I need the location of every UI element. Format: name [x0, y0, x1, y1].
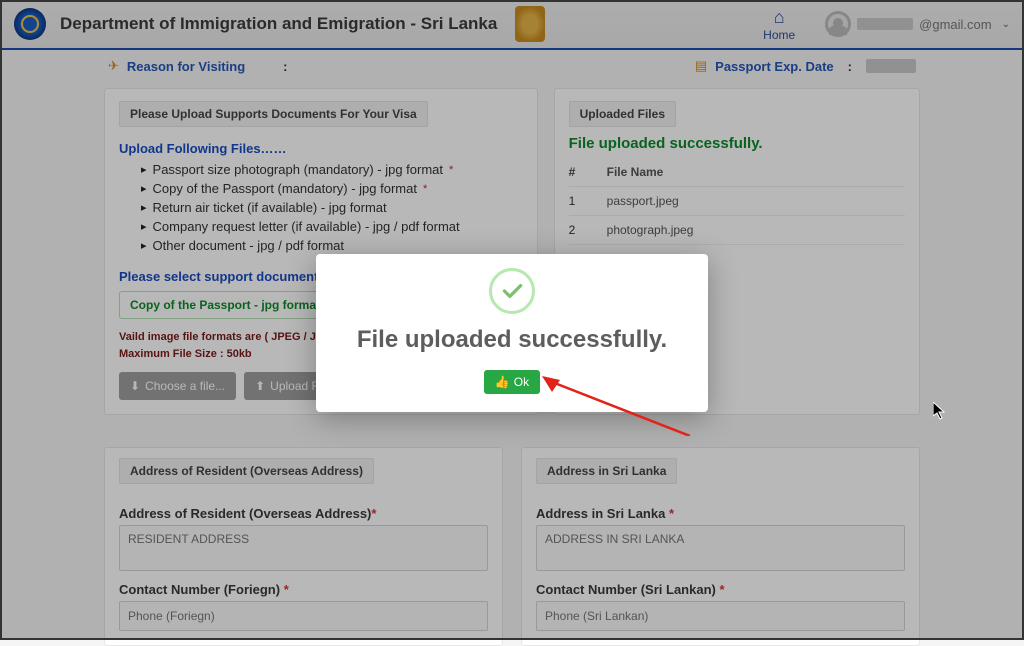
overseas-address-input[interactable] — [119, 525, 488, 571]
download-icon: ⬇ — [130, 379, 140, 393]
modal-ok-button[interactable]: 👍Ok — [484, 370, 540, 394]
top-navbar: Department of Immigration and Emigration… — [0, 0, 1024, 50]
overseas-address-panel: Address of Resident (Overseas Address) A… — [104, 447, 503, 646]
upload-panel-title: Please Upload Supports Documents For You… — [119, 101, 428, 127]
srilanka-address-input[interactable] — [536, 525, 905, 571]
choose-file-button[interactable]: ⬇Choose a file... — [119, 372, 236, 400]
nav-home-label: Home — [763, 28, 795, 42]
uploaded-panel-title: Uploaded Files — [569, 101, 676, 127]
list-item: Company request letter (if available) - … — [141, 217, 523, 236]
plane-icon: ✈ — [108, 58, 119, 74]
email-suffix: @gmail.com — [919, 17, 991, 32]
list-item: Other document - jpg / pdf format — [141, 236, 523, 255]
overseas-phone-input[interactable] — [119, 601, 488, 631]
table-row: 1 passport.jpeg — [569, 187, 905, 216]
table-row: 2 photograph.jpeg — [569, 216, 905, 245]
site-logo-icon — [14, 8, 46, 40]
user-menu[interactable]: @gmail.com ⌄ — [825, 11, 1010, 37]
srilanka-phone-input[interactable] — [536, 601, 905, 631]
uploaded-table-header: # File Name — [569, 158, 905, 187]
srilanka-address-panel: Address in Sri Lanka Address in Sri Lank… — [521, 447, 920, 646]
field-reason-for-visiting: ✈ Reason for Visiting : — [108, 58, 287, 74]
list-item: Passport size photograph (mandatory) - j… — [141, 160, 523, 179]
home-icon: ⌂ — [774, 7, 785, 28]
required-file-list: Passport size photograph (mandatory) - j… — [141, 160, 523, 255]
national-crest-icon — [515, 6, 545, 42]
exp-value-masked — [866, 59, 916, 73]
list-item: Return air ticket (if available) - jpg f… — [141, 198, 523, 217]
check-circle-icon — [489, 268, 535, 314]
overseas-panel-title: Address of Resident (Overseas Address) — [119, 458, 374, 484]
overseas-address-label: Address of Resident (Overseas Address)* — [119, 506, 488, 521]
chevron-down-icon: ⌄ — [1002, 19, 1010, 30]
upload-icon: ⬆ — [255, 379, 265, 393]
thumbs-up-icon: 👍 — [495, 375, 510, 389]
srilanka-panel-title: Address in Sri Lanka — [536, 458, 677, 484]
upload-following-files-label: Upload Following Files…… — [119, 141, 523, 156]
srilanka-phone-label: Contact Number (Sri Lankan) * — [536, 582, 905, 597]
avatar-icon — [825, 11, 851, 37]
list-item: Copy of the Passport (mandatory) - jpg f… — [141, 179, 523, 198]
exp-label: Passport Exp. Date — [715, 59, 834, 74]
nav-home-link[interactable]: ⌂ Home — [763, 7, 795, 42]
success-modal: File uploaded successfully. 👍Ok — [316, 254, 708, 412]
field-passport-exp: ▤ Passport Exp. Date : — [695, 58, 916, 74]
modal-message: File uploaded successfully. — [336, 326, 688, 354]
srilanka-address-label: Address in Sri Lanka * — [536, 506, 905, 521]
selected-document-dropdown[interactable]: Copy of the Passport - jpg format — [119, 291, 331, 319]
site-title: Department of Immigration and Emigration… — [60, 14, 497, 34]
overseas-phone-label: Contact Number (Foriegn) * — [119, 582, 488, 597]
passport-icon: ▤ — [695, 58, 707, 74]
reason-label: Reason for Visiting — [127, 59, 245, 74]
upload-success-text: File uploaded successfully. — [569, 135, 905, 152]
email-masked — [857, 18, 913, 30]
